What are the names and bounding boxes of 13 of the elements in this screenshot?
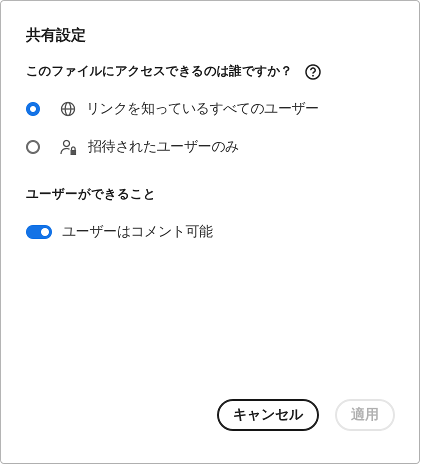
toggle-label: ユーザーはコメント可能: [62, 223, 213, 241]
option-label: リンクを知っているすべてのユーザー: [86, 100, 319, 118]
radio-button[interactable]: [26, 140, 40, 154]
toggle-switch[interactable]: [26, 225, 52, 239]
user-lock-icon: [60, 139, 78, 155]
radio-button[interactable]: [26, 102, 40, 116]
cancel-button[interactable]: キャンセル: [217, 399, 319, 431]
help-icon[interactable]: [304, 64, 321, 80]
globe-icon: [60, 101, 76, 117]
question-label: このファイルにアクセスできるのは誰ですか？: [26, 63, 293, 80]
dialog-title: 共有設定: [26, 26, 87, 45]
section-heading: ユーザーができること: [26, 186, 157, 203]
option-label: 招待されたユーザーのみ: [88, 138, 239, 156]
